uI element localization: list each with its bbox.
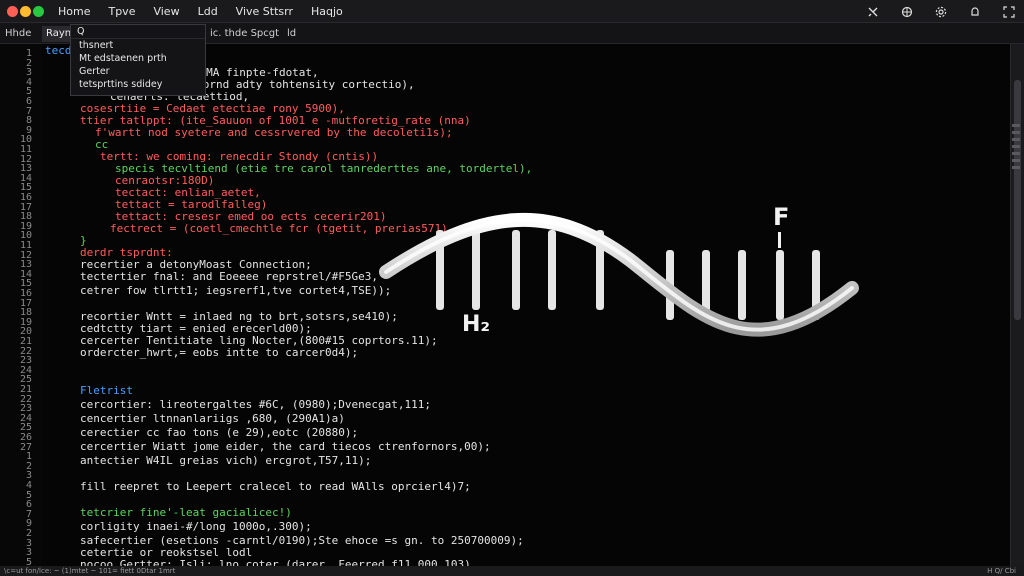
menu-item[interactable]: View [151,5,181,18]
fullscreen-icon[interactable] [1002,5,1016,19]
tab[interactable]: Hhde [5,26,31,42]
code-line[interactable]: cercertier Wiatt jome eider, the card ti… [80,440,491,453]
vertical-scrollbar[interactable] [1010,44,1024,566]
menu-item[interactable]: Ldd [196,5,220,18]
title-bar: Home Tpve View Ldd Vive Sttsrr Haqjo [0,0,1024,23]
toolbar-icons [866,0,1016,23]
code-line[interactable]: antectier W4IL greias vich) ercgrot,T57,… [80,454,371,467]
dropdown-item[interactable]: Gerter [71,65,205,78]
code-line[interactable]: tecd [45,44,72,57]
dropdown-item[interactable]: tetsprttins sdidey [71,78,205,91]
tools-icon[interactable] [866,5,880,19]
code-line[interactable]: cerectier cc fao tons (e 29),eotc (20880… [80,426,358,439]
code-line[interactable]: corligity inaei-#/long 1000o,.300); [80,520,312,533]
menu-item[interactable]: Vive Sttsrr [234,5,295,18]
tab[interactable]: ld [287,26,296,42]
minimize-window-button[interactable] [20,6,31,17]
code-line[interactable]: ordercter_hwrt,= eobs intte to carcer0d4… [80,346,358,359]
code-line[interactable]: tetcrier fine'-leat gacialicec!) [80,506,292,519]
helix-rung [548,230,556,310]
menu-item[interactable]: Home [56,5,92,18]
code-line[interactable]: fill reepret to Leepert cralecel to read… [80,480,471,493]
dropdown-search[interactable]: Q [71,25,205,39]
status-right: H Q/ Cbi [987,567,1016,575]
menu-item[interactable]: Tpve [106,5,137,18]
helix-rung [472,230,480,310]
helix-rung [738,250,746,320]
tab[interactable]: ic. thde Spcgt [210,26,279,42]
zoom-window-button[interactable] [33,6,44,17]
bell-icon[interactable] [968,5,982,19]
scrollbar-thumb[interactable] [1014,80,1021,320]
line-number-gutter: 1 2 3 4 5 6 7 8 9 10 11 12 13 14 15 16 17 18 19 10 11 12 13 14 1… [0,44,42,576]
close-window-button[interactable] [7,6,18,17]
globe-icon[interactable] [900,5,914,19]
helix-label-right: F [773,203,790,231]
code-line[interactable]: cercortier: lireotergaltes #6C, (0980);D… [80,398,431,411]
helix-label-left: H₂ [462,312,491,337]
menu-item[interactable]: Haqjo [309,5,345,18]
status-left: \c=ut fon/lce: ~ (1)mtet ~ 101= fiett 0D… [4,567,176,575]
dropdown-item[interactable]: thsnert [71,39,205,52]
code-line[interactable]: cetrer fow tlrtt1; iegsrerf1,tve cortet4… [80,284,391,297]
dropdown-menu: Q thsnert Mt edstaenen prth Gerter tetsp… [70,24,206,96]
dna-helix-illustration [379,212,859,337]
dropdown-item[interactable]: Mt edstaenen prth [71,52,205,65]
code-line[interactable]: cencertier ltnnanlariigs ,680, (290A1)a) [80,412,345,425]
settings-icon[interactable] [934,5,948,19]
menu-bar: Home Tpve View Ldd Vive Sttsrr Haqjo [56,0,345,23]
code-line[interactable]: Fletrist [80,384,133,397]
status-bar: \c=ut fon/lce: ~ (1)mtet ~ 101= fiett 0D… [0,566,1024,576]
code-line[interactable]: tectertier fnal: and Eoeeee reprstrel/#F… [80,270,378,283]
helix-label-marker [778,232,781,248]
helix-rung [512,230,520,310]
helix-rungs [436,230,820,320]
code-line[interactable]: f'wartt nod syetere and cessrvered by th… [95,126,453,139]
minimap-markers [1012,124,1022,173]
helix-rung [776,250,784,320]
